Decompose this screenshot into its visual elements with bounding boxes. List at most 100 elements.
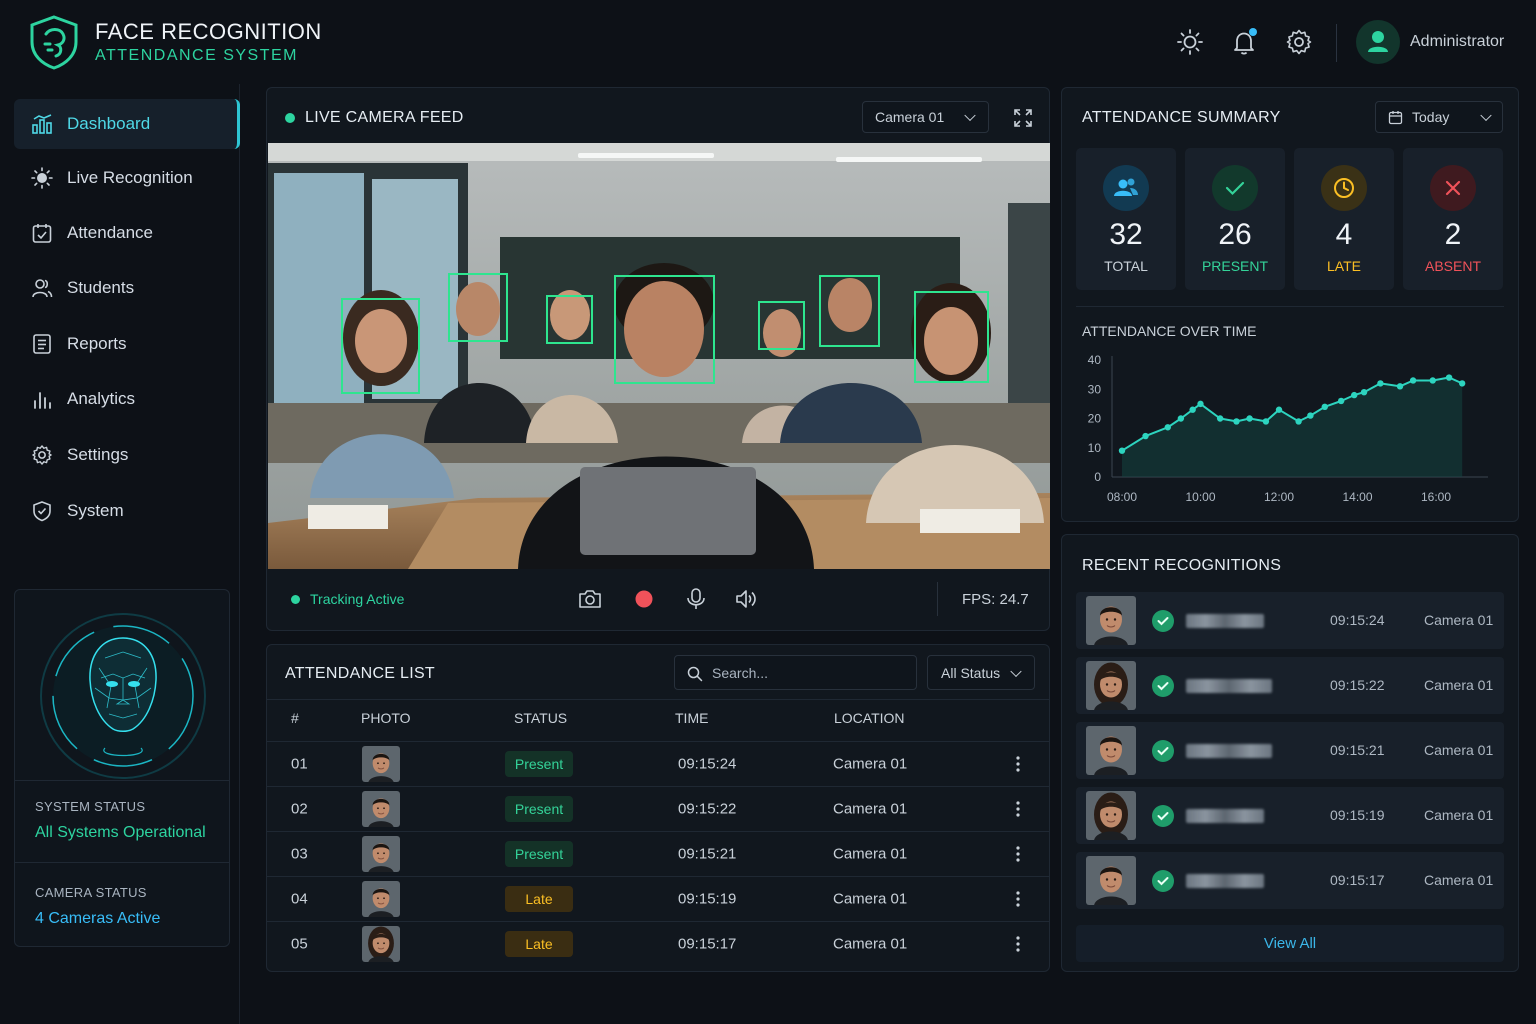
summary-divider — [1076, 306, 1504, 307]
view-all-button[interactable]: View All — [1076, 925, 1504, 962]
sidebar-item-label: Attendance — [67, 223, 154, 242]
chevron-down-icon — [964, 109, 976, 122]
row-number: 05 — [291, 935, 308, 953]
data-point — [1396, 383, 1404, 390]
row-menu-kebab-icon[interactable] — [1016, 891, 1020, 907]
data-point — [1262, 418, 1270, 425]
sidebar-item-label: Reports — [67, 334, 127, 353]
row-number: 03 — [291, 845, 308, 863]
verified-check-icon — [1152, 870, 1174, 892]
data-point — [1177, 415, 1185, 422]
x-tick-label: 08:00 — [1107, 490, 1137, 504]
row-location: Camera 01 — [833, 800, 908, 818]
live-feed-title: LIVE CAMERA FEED — [305, 109, 464, 126]
recognition-item[interactable]: 09:15:24 Camera 01 — [1076, 592, 1504, 649]
row-menu-kebab-icon[interactable] — [1016, 936, 1020, 952]
dashboard-icon — [32, 114, 52, 134]
control-divider — [937, 582, 938, 616]
table-row[interactable]: 02 Present 09:15:22 Camera 01 — [267, 786, 1049, 831]
search-placeholder: Search... — [712, 664, 769, 681]
redacted-name — [1186, 679, 1272, 693]
sidebar-item-label: Settings — [67, 445, 129, 464]
user-name[interactable]: Administrator — [1410, 33, 1504, 51]
user-icon — [1368, 31, 1388, 52]
search-icon — [687, 666, 703, 682]
table-row[interactable]: 01 Present 09:15:24 Camera 01 — [267, 741, 1049, 786]
sidebar-item-label: System — [67, 501, 124, 520]
recognition-item[interactable]: 09:15:22 Camera 01 — [1076, 657, 1504, 714]
snapshot-camera-icon[interactable] — [578, 588, 602, 610]
data-point — [1275, 406, 1283, 413]
stat-absent-value: 2 — [1444, 218, 1462, 251]
recognition-item[interactable]: 09:15:17 Camera 01 — [1076, 852, 1504, 909]
sidebar-item-students[interactable]: Students — [14, 263, 240, 313]
data-point — [1409, 377, 1417, 384]
camera-select[interactable]: Camera 01 — [862, 101, 989, 133]
student-photo — [362, 791, 400, 827]
recent-title: RECENT RECOGNITIONS — [1082, 557, 1282, 574]
notification-bell-icon[interactable] — [1230, 28, 1258, 56]
row-time: 09:15:17 — [678, 935, 737, 953]
live-camera-panel: LIVE CAMERA FEED Camera 01 Tracking Acti… — [266, 87, 1050, 631]
status-filter-select[interactable]: All Status — [927, 655, 1035, 690]
recognition-time: 09:15:24 — [1330, 612, 1385, 628]
data-point — [1337, 397, 1345, 405]
attendance-list-title: ATTENDANCE LIST — [285, 665, 435, 682]
search-input[interactable]: Search... — [674, 655, 917, 690]
recognition-camera: Camera 01 — [1424, 612, 1494, 628]
settings-gear-icon[interactable] — [1285, 28, 1313, 56]
row-menu-kebab-icon[interactable] — [1016, 801, 1020, 817]
app-title: FACE RECOGNITION — [95, 19, 322, 44]
data-point — [1233, 418, 1240, 425]
data-point — [1189, 406, 1196, 413]
chart-title: ATTENDANCE OVER TIME — [1082, 323, 1257, 339]
stat-total: 32 TOTAL — [1076, 148, 1176, 290]
record-button-icon[interactable] — [634, 589, 654, 609]
sidebar-item-label: Analytics — [67, 389, 136, 408]
recognition-item[interactable]: 09:15:21 Camera 01 — [1076, 722, 1504, 779]
redacted-name — [1186, 744, 1272, 758]
sidebar-item-attendance[interactable]: Attendance — [14, 208, 240, 258]
sidebar-item-analytics[interactable]: Analytics — [14, 374, 240, 424]
row-menu-kebab-icon[interactable] — [1016, 846, 1020, 862]
redacted-name — [1186, 874, 1264, 888]
y-tick-label: 30 — [1088, 382, 1102, 396]
data-point — [1377, 380, 1384, 387]
sidebar: Dashboard Live Recognition Attendance St… — [0, 84, 240, 1024]
data-point — [1429, 377, 1436, 384]
column-header-photo: PHOTO — [361, 710, 411, 726]
sidebar-item-live-recognition[interactable]: Live Recognition — [14, 153, 240, 203]
table-row[interactable]: 04 Late 09:15:19 Camera 01 — [267, 876, 1049, 921]
table-row[interactable]: 05 Late 09:15:17 Camera 01 — [267, 921, 1049, 966]
theme-toggle-sun-icon[interactable] — [1176, 28, 1204, 56]
row-location: Camera 01 — [833, 890, 908, 908]
camera-status-label: CAMERA STATUS — [35, 885, 147, 900]
stat-absent: 2 ABSENT — [1403, 148, 1503, 290]
row-number: 02 — [291, 800, 308, 818]
table-row[interactable]: 03 Present 09:15:21 Camera 01 — [267, 831, 1049, 876]
sidebar-item-dashboard[interactable]: Dashboard — [14, 99, 240, 149]
row-location: Camera 01 — [833, 845, 908, 863]
sidebar-item-system[interactable]: System — [14, 486, 240, 536]
student-photo — [362, 836, 400, 872]
y-tick-label: 20 — [1088, 412, 1102, 426]
date-range-select[interactable]: Today — [1375, 101, 1503, 133]
x-tick-label: 14:00 — [1342, 490, 1372, 504]
speaker-volume-icon[interactable] — [734, 587, 758, 611]
shield-face-logo-icon — [30, 15, 78, 70]
recognition-camera: Camera 01 — [1424, 872, 1494, 888]
user-avatar[interactable] — [1356, 20, 1400, 64]
fullscreen-icon[interactable] — [1013, 108, 1033, 128]
stat-late-value: 4 — [1335, 218, 1353, 251]
recognition-item[interactable]: 09:15:19 Camera 01 — [1076, 787, 1504, 844]
row-menu-kebab-icon[interactable] — [1016, 756, 1020, 772]
recent-recognitions-panel: RECENT RECOGNITIONS 09:15:24 Camera 01 09:… — [1061, 534, 1519, 972]
summary-title: ATTENDANCE SUMMARY — [1082, 109, 1281, 126]
sidebar-item-settings[interactable]: Settings — [14, 430, 240, 480]
microphone-icon[interactable] — [685, 587, 707, 611]
users-icon — [1103, 165, 1149, 211]
series-area-fill — [1122, 377, 1463, 477]
camera-feed-image[interactable] — [268, 143, 1050, 569]
row-number: 04 — [291, 890, 308, 908]
sidebar-item-reports[interactable]: Reports — [14, 319, 240, 369]
